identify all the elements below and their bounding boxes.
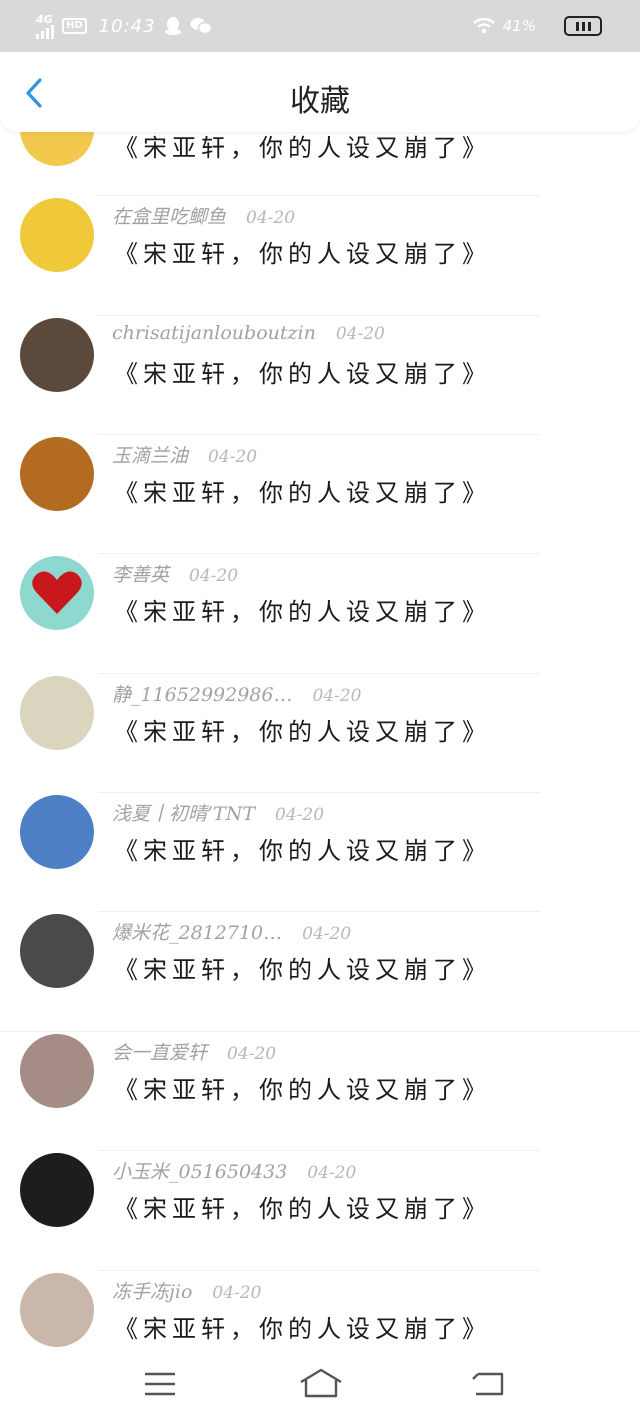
list-item[interactable]: 爆米花_2812710… 04-20 《宋亚轩，你的人设又崩了》 [0,911,640,1032]
post-date: 04-20 [212,1283,262,1303]
item-meta: 玉滴兰油 04-20 [112,441,257,468]
divider [98,1270,540,1271]
divider [0,1031,640,1032]
list-item[interactable]: 浅夏丨初晴’TNT 04-20 《宋亚轩，你的人设又崩了》 [0,792,640,913]
wifi-icon [472,18,495,34]
post-title: 《宋亚轩，你的人设又崩了》 [114,956,491,984]
item-meta: 在盒里吃鲫鱼 04-20 [112,202,295,229]
item-meta: 李善英 04-20 [112,560,238,587]
battery-percent: 41% [502,17,536,35]
divider [98,553,540,554]
avatar [20,556,94,630]
avatar [20,1034,94,1108]
post-date: 04-20 [307,1163,357,1183]
app-header: 收藏 [0,52,640,132]
item-meta: 浅夏丨初晴’TNT 04-20 [112,799,324,826]
author-name[interactable]: 李善英 [112,560,169,587]
battery-icon [564,16,602,36]
post-title: 《宋亚轩，你的人设又崩了》 [114,479,491,507]
item-meta: 会一直爱轩 04-20 [112,1038,276,1065]
item-meta: chrisatijanlouboutzin 04-20 [112,322,385,344]
network-type: 4G [36,12,53,26]
post-title: 《宋亚轩，你的人设又崩了》 [114,1195,491,1223]
author-name[interactable]: 静_11652992986… [112,680,292,707]
qq-icon [164,17,181,35]
post-date: 04-20 [227,1044,277,1064]
signal-icon: 4G [36,14,54,39]
back-nav-icon [472,1372,504,1396]
item-meta: 冻手冻jio 04-20 [112,1277,261,1304]
list-item[interactable]: 会一直爱轩 04-20 《宋亚轩，你的人设又崩了》 [0,1031,640,1152]
system-nav-bar [0,1350,640,1422]
avatar [20,1273,94,1347]
home-button[interactable] [298,1368,344,1400]
home-icon [300,1368,342,1398]
status-bar-left: 4G HD 10:43 [36,14,212,39]
post-date: 04-20 [335,324,385,344]
avatar [20,676,94,750]
post-title: 《宋亚轩，你的人设又崩了》 [114,240,491,268]
post-date: 04-20 [189,566,239,586]
author-name[interactable]: 浅夏丨初晴’TNT [112,799,255,826]
divider [98,792,540,793]
heart-icon [32,571,82,614]
status-time: 10:43 [98,15,156,37]
post-date: 04-20 [246,208,296,228]
menu-icon [145,1372,175,1396]
author-name[interactable]: chrisatijanlouboutzin [112,322,316,344]
author-name[interactable]: 爆米花_2812710… [112,918,282,945]
author-name[interactable]: 冻手冻jio [112,1277,192,1304]
list-item[interactable]: chrisatijanlouboutzin 04-20 《宋亚轩，你的人设又崩了… [0,315,640,436]
divider [98,673,540,674]
avatar [20,1153,94,1227]
item-meta: 爆米花_2812710… 04-20 [112,918,351,945]
item-meta: 静_11652992986… 04-20 [112,680,362,707]
post-title: 《宋亚轩，你的人设又崩了》 [114,134,491,162]
page-title: 收藏 [290,84,350,119]
post-title: 《宋亚轩，你的人设又崩了》 [114,837,491,865]
item-meta: 小玉米_051650433 04-20 [112,1157,356,1184]
list-item[interactable]: 小玉米_051650433 04-20 《宋亚轩，你的人设又崩了》 [0,1150,640,1271]
wechat-icon [190,18,212,35]
hd-badge: HD [62,18,87,34]
avatar [20,318,94,392]
author-name[interactable]: 在盒里吃鲫鱼 [112,202,226,229]
divider [98,195,540,196]
post-title: 《宋亚轩，你的人设又崩了》 [114,1076,491,1104]
author-name[interactable]: 会一直爱轩 [112,1038,207,1065]
menu-button[interactable] [142,1368,182,1400]
post-date: 04-20 [312,686,362,706]
author-name[interactable]: 玉滴兰油 [112,441,188,468]
divider [98,1150,540,1151]
status-bar-right: 41% [472,16,602,36]
avatar [20,795,94,869]
divider [98,911,540,912]
post-date: 04-20 [208,447,258,467]
list-item[interactable]: 李善英 04-20 《宋亚轩，你的人设又崩了》 [0,553,640,674]
status-bar: 4G HD 10:43 41% [0,0,640,52]
avatar [20,914,94,988]
post-title: 《宋亚轩，你的人设又崩了》 [114,1315,491,1343]
post-date: 04-20 [275,805,325,825]
list-item[interactable]: 在盒里吃鲫鱼 04-20 《宋亚轩，你的人设又崩了》 [0,195,640,316]
divider [98,434,540,435]
post-title: 《宋亚轩，你的人设又崩了》 [114,718,491,746]
post-title: 《宋亚轩，你的人设又崩了》 [114,360,491,388]
list-item[interactable]: 静_11652992986… 04-20 《宋亚轩，你的人设又崩了》 [0,673,640,794]
avatar [20,198,94,272]
avatar [20,437,94,511]
divider [98,315,540,316]
post-title: 《宋亚轩，你的人设又崩了》 [114,598,491,626]
back-nav-button[interactable] [468,1368,508,1400]
author-name[interactable]: 小玉米_051650433 [112,1157,287,1184]
post-date: 04-20 [302,924,352,944]
list-item[interactable]: 玉滴兰油 04-20 《宋亚轩，你的人设又崩了》 [0,434,640,555]
